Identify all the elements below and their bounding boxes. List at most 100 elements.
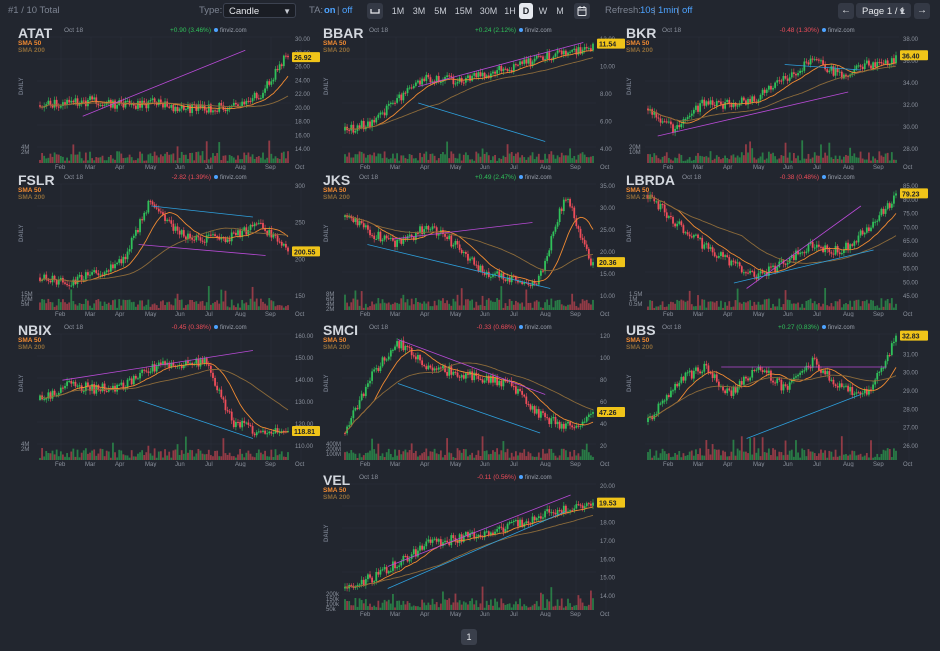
- chart-smci[interactable]: Feb Mar Apr May Jun Jul Aug Sep Oct 120 100 80 60 40 2…: [320, 322, 625, 467]
- candle-body: [203, 241, 206, 243]
- candle-body: [354, 407, 357, 411]
- candle-body: [870, 65, 872, 69]
- ta-off-link[interactable]: off: [342, 4, 352, 18]
- candle-body: [126, 379, 129, 388]
- chart-vel[interactable]: FebMarAprMayJunJulAugSepOct20.0019.0018.…: [320, 472, 625, 617]
- candle-body: [262, 430, 264, 433]
- chart-type-select[interactable]: Candle ▼: [223, 3, 296, 18]
- candle-body: [423, 365, 426, 367]
- volume-bar: [435, 602, 438, 610]
- month-label: Feb: [55, 165, 66, 170]
- candle-body: [147, 371, 150, 373]
- candle-body: [51, 390, 54, 399]
- volume-bar: [268, 456, 271, 460]
- volume-bar: [815, 155, 818, 163]
- volume-bar: [824, 152, 827, 163]
- volume-bar: [539, 307, 542, 310]
- candle-body: [358, 400, 361, 409]
- reset-zoom-button[interactable]: [367, 3, 383, 19]
- chart-jks[interactable]: Feb Mar Apr May Jun Jul Aug Sep Oct 35.00 30.00 25.…: [320, 172, 625, 317]
- volume-bar: [195, 152, 198, 163]
- volume-bar: [558, 157, 561, 163]
- candle-body: [118, 259, 121, 263]
- volume-bar: [575, 455, 578, 460]
- candle-body: [456, 240, 459, 245]
- candle-body: [765, 370, 768, 373]
- volume-bar: [542, 159, 544, 163]
- refresh-1min-link[interactable]: 1min: [658, 4, 679, 18]
- candle-body: [525, 59, 528, 64]
- volume-bar: [222, 438, 225, 460]
- volume-bar: [483, 153, 486, 163]
- candle-body: [172, 105, 175, 112]
- volume-bar: [433, 300, 436, 310]
- candle-body: [830, 252, 833, 254]
- volume-bar: [870, 299, 872, 310]
- volume-bar: [228, 154, 231, 163]
- timeframe-m-button[interactable]: M: [553, 3, 567, 19]
- volume-bar: [66, 157, 68, 163]
- volume-bar: [209, 157, 212, 163]
- timeframe-30m-button[interactable]: 30M: [478, 3, 499, 19]
- chart-date: Oct 18: [682, 174, 702, 181]
- page-1-button[interactable]: 1: [461, 629, 477, 645]
- candle-body: [674, 223, 676, 227]
- volume-bar: [417, 606, 419, 610]
- candle-body: [377, 368, 380, 371]
- calendar-button[interactable]: [574, 3, 590, 19]
- volume-bar: [786, 454, 789, 460]
- volume-bar: [87, 453, 89, 460]
- timeframe-1m-button[interactable]: 1M: [390, 3, 406, 19]
- candle-body: [356, 407, 359, 409]
- volume-bar: [427, 456, 430, 460]
- candle-body: [257, 98, 260, 100]
- timeframe-w-button[interactable]: W: [536, 3, 550, 19]
- volume-bar: [592, 155, 594, 163]
- next-page-button[interactable]: →: [914, 3, 930, 19]
- ta-on-link[interactable]: on: [324, 4, 336, 18]
- refresh-off-link[interactable]: off: [682, 4, 692, 18]
- volume-bar: [377, 443, 380, 460]
- chart-atat[interactable]: FebMarAprMayJunJulAugSepOct30.0028.0026.…: [15, 25, 320, 170]
- timeframe-d-button[interactable]: D: [519, 3, 533, 19]
- volume-bar: [514, 153, 517, 163]
- volume-bar: [772, 303, 774, 310]
- volume-bar: [667, 453, 670, 460]
- chart-bbar[interactable]: FebMarAprMayJunJulAugSepOct12.0010.008.0…: [320, 25, 625, 170]
- volume-bar: [62, 454, 64, 460]
- volume-bar: [481, 148, 484, 163]
- timeframe-5m-button[interactable]: 5M: [432, 3, 449, 19]
- chart-nbix[interactable]: Feb Mar Apr May Jun Jul Aug Sep Oct 160.00 150.00 1…: [15, 322, 320, 467]
- volume-bar: [473, 307, 476, 310]
- volume-bar: [813, 301, 816, 310]
- prev-page-button[interactable]: ←: [838, 3, 854, 19]
- volume-bar: [151, 304, 154, 310]
- timeframe-1h-button[interactable]: 1H: [503, 3, 517, 19]
- candle-body: [469, 258, 471, 261]
- timeframe-15m-button[interactable]: 15M: [453, 3, 474, 19]
- chart-fslr[interactable]: Feb Mar Apr May Jun Jul Aug Sep Oct 300 250 200 150 2…: [15, 172, 320, 317]
- candle-body: [421, 545, 424, 550]
- chart-date: Oct 18: [64, 324, 84, 331]
- volume-bar: [114, 159, 116, 163]
- candle-body: [842, 386, 845, 388]
- candle-body: [857, 65, 860, 67]
- timeframe-3m-button[interactable]: 3M: [410, 3, 428, 19]
- volume-bar: [759, 456, 762, 460]
- chart-bkr[interactable]: Feb Mar Apr May Jun Jul Aug Sep Oct 38.00 36.00 34.…: [623, 25, 928, 170]
- candle-body: [567, 421, 569, 424]
- chart-lbrda[interactable]: Feb Mar Apr May Jun Jul Aug Sep Oct 85.00 80.00 75.…: [623, 172, 928, 317]
- page-select[interactable]: Page 1 / 1 ▼: [856, 3, 911, 18]
- sma50-legend: SMA 50: [323, 187, 347, 194]
- candle-body: [755, 369, 758, 371]
- volume-bar: [699, 155, 702, 163]
- last-price: 79.23: [902, 191, 920, 198]
- volume-bar: [450, 151, 453, 163]
- candle-body: [692, 109, 695, 114]
- brand-label: finviz.com: [525, 325, 552, 331]
- volume-bar: [375, 156, 378, 163]
- candle-body: [379, 231, 382, 242]
- chart-ubs[interactable]: FebMarAprMayJunJulAugSepOct32.0031.0030.…: [623, 322, 928, 467]
- volume-bar: [512, 156, 515, 163]
- candle-body: [715, 256, 718, 258]
